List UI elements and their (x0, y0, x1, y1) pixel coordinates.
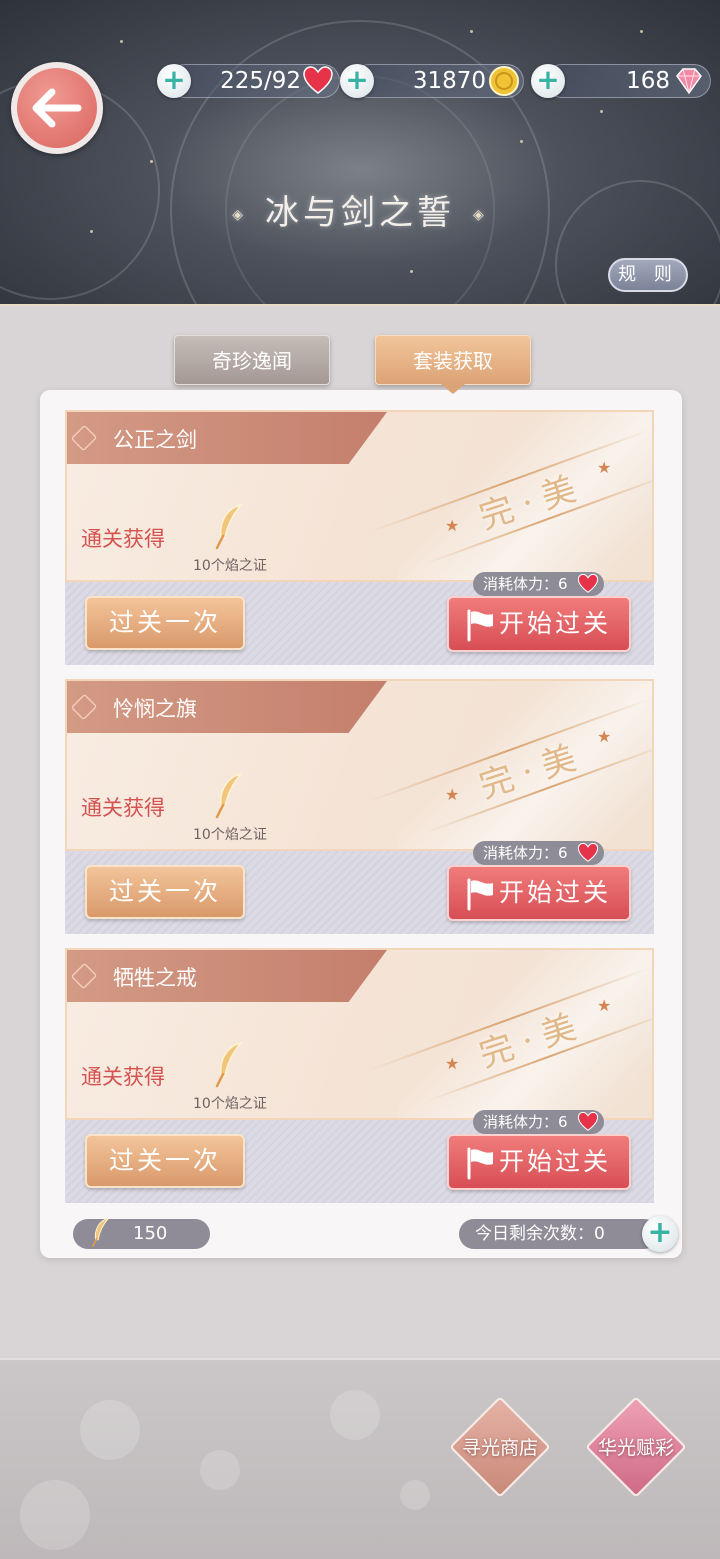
light-seek-shop-button[interactable]: 寻光商店 (449, 1396, 551, 1498)
page-title: 冰与剑之誓 (265, 193, 455, 233)
header: + 225/92 + 31870 + 168 ◈ 冰与剑之誓 ◈ 规 则 (0, 0, 720, 306)
stage-name: 怜悯之旗 (113, 697, 197, 721)
stage-banner: 公正之剑 ★ ★ 完·美 通关获得 10个焰之证 (65, 410, 654, 582)
stamina-cost-label: 消耗体力：6 (483, 575, 568, 593)
start-stage-label: 开始过关 (499, 1147, 612, 1176)
star-icon: ★ (445, 785, 460, 804)
stamina-cost-label: 消耗体力：6 (483, 1113, 568, 1131)
feather-icon[interactable] (211, 771, 251, 819)
stage-actions: 过关一次 开始过关 消耗体力：6 (65, 841, 654, 934)
stage-card: 怜悯之旗 ★ ★ 完·美 通关获得 10个焰之证 过关一次 开始过关 消耗体力：… (65, 679, 654, 934)
back-arrow-icon (32, 88, 82, 128)
gold-plus-button[interactable]: + (340, 64, 374, 98)
remaining-attempts-label: 今日剩余次数：0 (475, 1224, 605, 1244)
start-stage-button[interactable]: 开始过关 (447, 865, 631, 921)
star-icon: ★ (445, 516, 460, 535)
stage-card: 牺牲之戒 ★ ★ 完·美 通关获得 10个焰之证 过关一次 开始过关 消耗体力：… (65, 948, 654, 1203)
splendor-gacha-label: 华光赋彩 (597, 1437, 674, 1459)
stage-actions: 过关一次 开始过关 消耗体力：6 (65, 1110, 654, 1203)
page-title-row: ◈ 冰与剑之誓 ◈ (0, 185, 720, 234)
start-stage-label: 开始过关 (499, 878, 612, 907)
diamond-value: 168 (626, 68, 670, 94)
diamond-icon (676, 68, 702, 95)
splendor-gacha-button[interactable]: 华光赋彩 (585, 1396, 687, 1498)
stamina-cost-label: 消耗体力：6 (483, 844, 568, 862)
star-icon: ★ (597, 727, 612, 746)
heart-icon (577, 573, 598, 593)
pass-once-button[interactable]: 过关一次 (85, 596, 245, 650)
back-button[interactable] (11, 62, 103, 154)
stage-card: 公正之剑 ★ ★ 完·美 通关获得 10个焰之证 过关一次 开始过关 消耗体力：… (65, 410, 654, 665)
feather-icon[interactable] (211, 1040, 251, 1088)
diamond-plus-button[interactable]: + (531, 64, 565, 98)
stamina-cost: 消耗体力：6 (473, 572, 604, 596)
star-icon: ★ (445, 1054, 460, 1073)
flag-icon (467, 878, 493, 911)
gold-value: 31870 (412, 68, 486, 94)
reward-caption: 10个焰之证 (193, 827, 267, 843)
pass-once-button[interactable]: 过关一次 (85, 865, 245, 919)
reward-label: 通关获得 (81, 796, 165, 820)
reward-label: 通关获得 (81, 1065, 165, 1089)
stamina-cost: 消耗体力：6 (473, 1110, 604, 1134)
stage-name: 公正之剑 (113, 428, 197, 452)
star-icon: ★ (597, 996, 612, 1015)
start-stage-label: 开始过关 (499, 609, 612, 638)
title-ornament-left: ◈ (232, 207, 247, 223)
stamina-value: 225/92 (220, 68, 301, 94)
add-attempts-button[interactable]: + (642, 1216, 678, 1252)
stage-actions: 过关一次 开始过关 消耗体力：6 (65, 572, 654, 665)
flag-icon (467, 1147, 493, 1180)
reward-caption: 10个焰之证 (193, 1096, 267, 1112)
title-ornament-right: ◈ (473, 207, 488, 223)
stage-banner: 怜悯之旗 ★ ★ 完·美 通关获得 10个焰之证 (65, 679, 654, 851)
stage-banner: 牺牲之戒 ★ ★ 完·美 通关获得 10个焰之证 (65, 948, 654, 1120)
light-seek-shop-label: 寻光商店 (461, 1437, 538, 1459)
tab-pointer (441, 384, 465, 394)
feather-icon[interactable] (211, 502, 251, 550)
feather-icon (92, 1217, 110, 1248)
remaining-attempts: 今日剩余次数：0 (459, 1219, 659, 1249)
gold-coin-icon (489, 66, 519, 96)
reward-caption: 10个焰之证 (193, 558, 267, 574)
tab-rare-tales[interactable]: 奇珍逸闻 (174, 335, 330, 385)
stamina-cost: 消耗体力：6 (473, 841, 604, 865)
heart-icon (577, 842, 598, 862)
flag-icon (467, 609, 493, 642)
heart-icon (303, 66, 333, 94)
feather-count-value: 150 (133, 1223, 168, 1244)
star-icon: ★ (597, 458, 612, 477)
start-stage-button[interactable]: 开始过关 (447, 596, 631, 652)
stamina-plus-button[interactable]: + (157, 64, 191, 98)
tab-suit-acquire[interactable]: 套装获取 (375, 335, 531, 385)
start-stage-button[interactable]: 开始过关 (447, 1134, 631, 1190)
stage-name: 牺牲之戒 (113, 966, 197, 990)
reward-label: 通关获得 (81, 527, 165, 551)
rules-button[interactable]: 规 则 (608, 258, 688, 292)
heart-icon (577, 1111, 598, 1131)
feather-count: 150 (73, 1217, 210, 1249)
pass-once-button[interactable]: 过关一次 (85, 1134, 245, 1188)
